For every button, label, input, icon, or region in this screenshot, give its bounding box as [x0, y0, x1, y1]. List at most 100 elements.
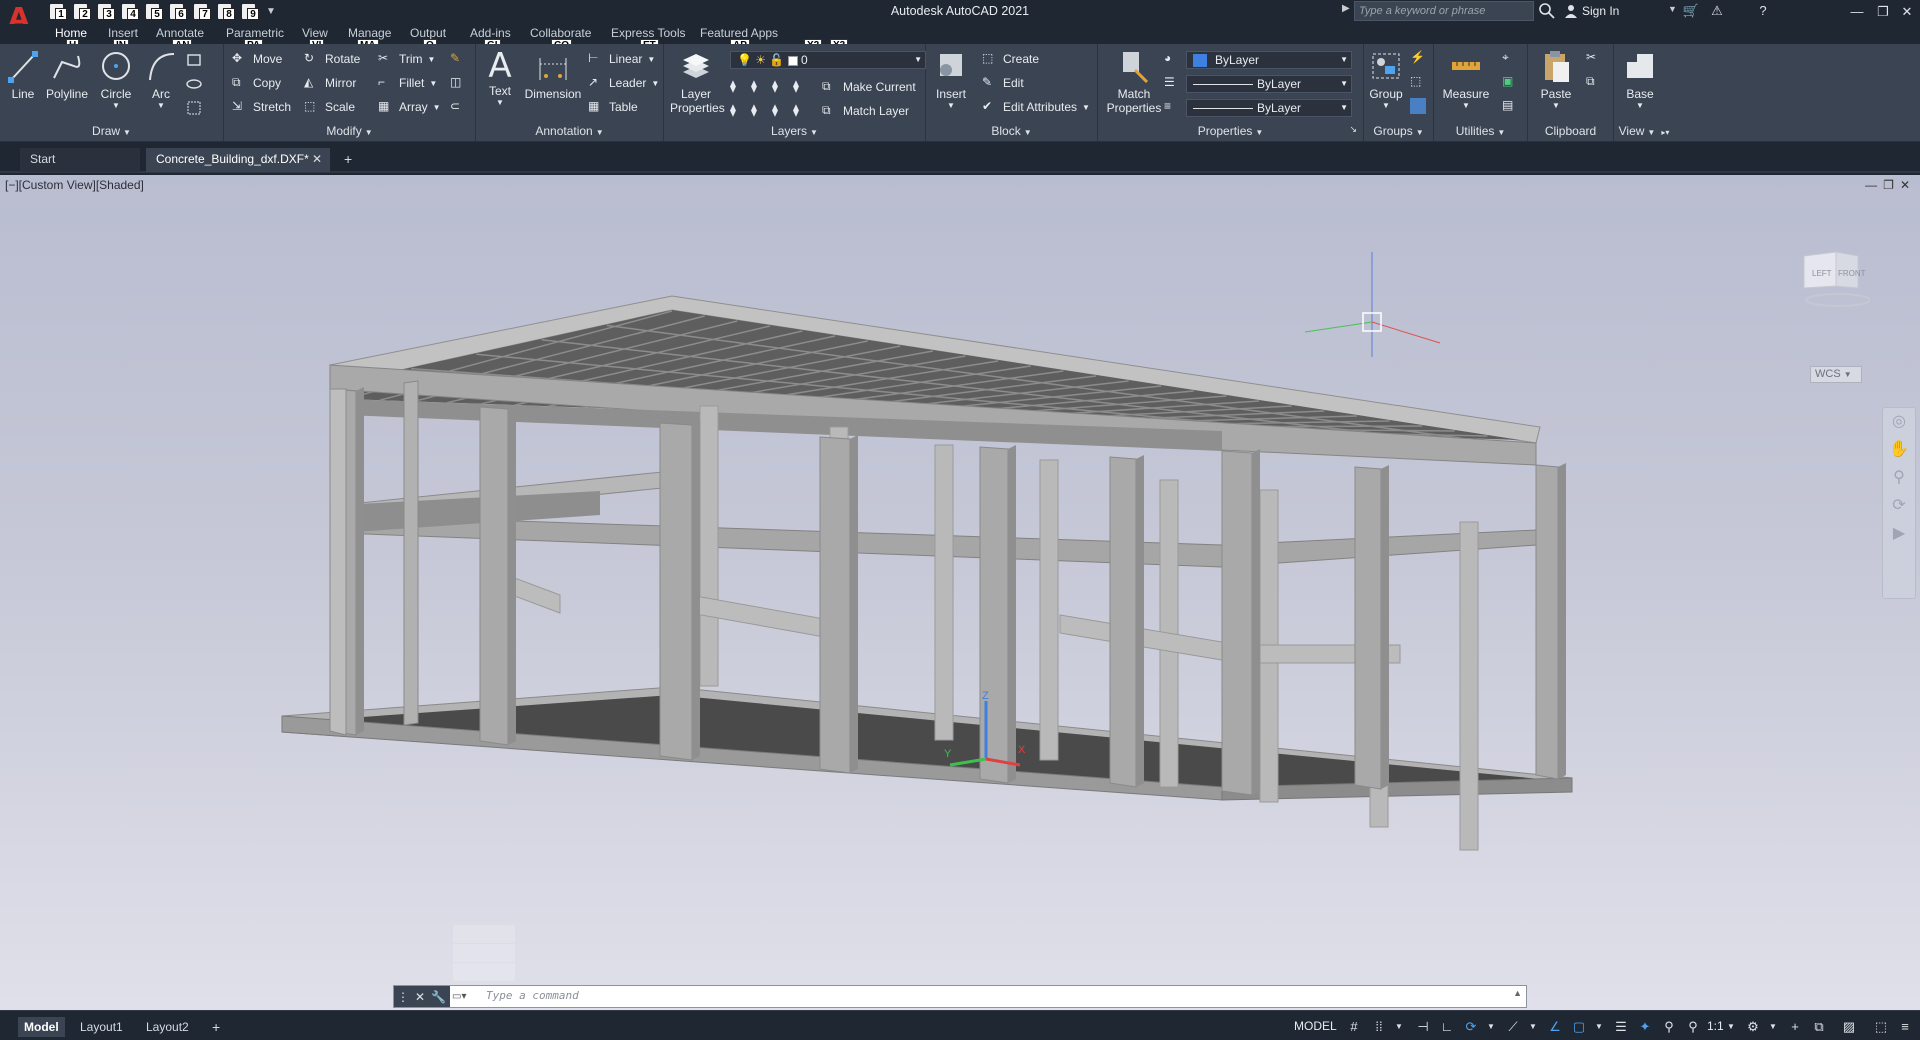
orbit-icon[interactable]: ⟳: [1883, 492, 1915, 520]
layer-lock-icon[interactable]: ⧫: [793, 79, 809, 95]
linetype-dropdown[interactable]: ByLayer ▼: [1186, 75, 1352, 93]
clipboard-panel-title[interactable]: Clipboard: [1528, 124, 1613, 140]
layer-dropdown[interactable]: 💡 ☀ 🔓 0 ▼: [730, 51, 926, 69]
tab-annotate[interactable]: Annotate: [156, 26, 204, 40]
close-command-line-icon[interactable]: ✕: [415, 990, 425, 1004]
measure-tool[interactable]: Measure ▼: [1438, 48, 1494, 110]
wcs-menu[interactable]: WCS ▼: [1810, 366, 1862, 383]
select-all-icon[interactable]: ▣: [1502, 74, 1518, 90]
annotation-monitor-icon[interactable]: +: [1786, 1018, 1804, 1036]
auto-scale-icon[interactable]: ⚲: [1684, 1018, 1702, 1036]
layer-on-icon[interactable]: ⧫: [730, 103, 746, 119]
mirror-tool[interactable]: ◭ Mirror: [304, 73, 356, 93]
create-block-button[interactable]: ⬚ Create: [982, 49, 1039, 69]
layout-tab-model[interactable]: Model: [18, 1017, 65, 1037]
showmotion-icon[interactable]: ▶: [1883, 520, 1915, 548]
isolate-objects-icon[interactable]: ⧉: [1810, 1018, 1828, 1036]
circle-dropdown-icon[interactable]: ▼: [96, 101, 136, 110]
viewport-minimize-icon[interactable]: —: [1865, 178, 1877, 192]
viewcube-left-face[interactable]: LEFT: [1812, 269, 1832, 278]
text-tool[interactable]: A Text ▼: [482, 48, 518, 107]
group-tool[interactable]: Group ▼: [1368, 48, 1404, 110]
steering-wheel-icon[interactable]: ◎: [1883, 408, 1915, 436]
leader-tool[interactable]: ↗ Leader ▼: [588, 73, 659, 93]
zoom-extents-icon[interactable]: ⚲: [1883, 464, 1915, 492]
cart-icon[interactable]: 🛒: [1682, 2, 1700, 20]
pan-icon[interactable]: ✋: [1883, 436, 1915, 464]
quick-access-button-3[interactable]: 3: [96, 3, 116, 21]
utilities-panel-title[interactable]: Utilities ▼: [1434, 124, 1527, 140]
layer-unisolate-icon[interactable]: ⧫: [751, 103, 767, 119]
explode-icon[interactable]: ◫: [450, 75, 466, 91]
viewcube-front-face[interactable]: FRONT: [1838, 269, 1866, 278]
quick-access-button-6[interactable]: 6: [168, 3, 188, 21]
move-tool[interactable]: ✥ Move: [232, 49, 282, 69]
rectangle-icon[interactable]: [186, 52, 202, 68]
properties-panel-title[interactable]: Properties ▼ ↘: [1098, 124, 1363, 140]
fillet-tool[interactable]: ⌐ Fillet ▼: [378, 73, 437, 93]
search-input[interactable]: Type a keyword or phrase: [1354, 1, 1534, 21]
annotation-panel-title[interactable]: Annotation ▼: [476, 124, 663, 140]
erase-icon[interactable]: ✎: [450, 51, 466, 67]
stretch-tool[interactable]: ⇲ Stretch: [232, 97, 291, 117]
isometric-dropdown-icon[interactable]: ▼: [1524, 1018, 1542, 1036]
measure-dropdown-icon[interactable]: ▼: [1438, 101, 1494, 110]
selection-cycling-icon[interactable]: ✦: [1636, 1018, 1654, 1036]
layer-freeze-icon[interactable]: ⧫: [772, 79, 788, 95]
offset-icon[interactable]: ⊂: [450, 99, 466, 115]
quick-access-button-4[interactable]: 4: [120, 3, 140, 21]
customize-wrench-icon[interactable]: 🔧: [431, 990, 446, 1004]
base-dropdown-icon[interactable]: ▼: [1618, 101, 1662, 110]
model-space-toggle[interactable]: MODEL: [1294, 1019, 1337, 1033]
paste-dropdown-icon[interactable]: ▼: [1532, 101, 1580, 110]
copy-tool[interactable]: ⧉ Copy: [232, 73, 281, 93]
new-tab-plus-icon[interactable]: +: [344, 151, 352, 167]
tab-output[interactable]: Output: [410, 26, 446, 40]
workspace-dropdown-icon[interactable]: ▼: [1764, 1018, 1782, 1036]
block-panel-title[interactable]: Block ▼: [926, 124, 1097, 140]
lineweight-toggle-icon[interactable]: ☰: [1612, 1018, 1630, 1036]
tab-manage[interactable]: Manage: [348, 26, 391, 40]
base-view-tool[interactable]: Base ▼: [1618, 48, 1662, 110]
group-selection-icon[interactable]: [1410, 98, 1426, 114]
quick-select-icon[interactable]: ⌖: [1502, 50, 1518, 66]
object-snap-icon[interactable]: ▢: [1570, 1018, 1588, 1036]
quick-access-button-7[interactable]: 7: [192, 3, 212, 21]
command-expand-icon[interactable]: ▲: [1513, 988, 1522, 998]
search-icon[interactable]: [1538, 2, 1556, 20]
layout-tab-layout2[interactable]: Layout2: [140, 1017, 195, 1037]
line-tool[interactable]: Line: [6, 48, 40, 101]
autodesk-app-icon[interactable]: ⚠: [1708, 2, 1726, 20]
sign-in-button[interactable]: Sign In: [1564, 4, 1619, 18]
start-tab[interactable]: Start: [20, 148, 140, 172]
recent-commands-icon[interactable]: ▭▾: [452, 988, 478, 1005]
circle-tool[interactable]: Circle ▼: [96, 48, 136, 110]
tab-view[interactable]: View: [302, 26, 328, 40]
annotation-visibility-icon[interactable]: ⚲: [1660, 1018, 1678, 1036]
tab-featured-apps[interactable]: Featured Apps: [700, 26, 778, 40]
help-icon[interactable]: ?: [1754, 2, 1772, 20]
linear-tool[interactable]: ⊢ Linear ▼: [588, 49, 655, 69]
trim-tool[interactable]: ✂ Trim ▼: [378, 49, 435, 69]
quick-access-button-1[interactable]: 1: [48, 3, 68, 21]
group-dropdown-icon[interactable]: ▼: [1368, 101, 1404, 110]
view-panel-title[interactable]: View ▼ ▸▾: [1614, 124, 1674, 140]
customization-menu-icon[interactable]: ≡: [1896, 1018, 1914, 1036]
add-layout-icon[interactable]: +: [206, 1017, 226, 1037]
drawing-tab[interactable]: Concrete_Building_dxf.DXF* ✕: [146, 148, 330, 172]
dimension-tool[interactable]: Dimension: [522, 48, 584, 101]
close-window-icon[interactable]: ✕: [1894, 0, 1920, 24]
tab-express-tools[interactable]: Express Tools: [611, 26, 685, 40]
paste-tool[interactable]: Paste ▼: [1532, 48, 1580, 110]
restore-window-icon[interactable]: ❐: [1870, 0, 1896, 24]
arc-dropdown-icon[interactable]: ▼: [144, 101, 178, 110]
quick-access-button-2[interactable]: 2: [72, 3, 92, 21]
workspace-gear-icon[interactable]: ⚙: [1744, 1018, 1762, 1036]
layer-thaw-icon[interactable]: ⧫: [772, 103, 788, 119]
text-dropdown-icon[interactable]: ▼: [482, 98, 518, 107]
draw-panel-title[interactable]: Draw ▼: [0, 124, 223, 140]
group-edit-icon[interactable]: ⬚: [1410, 74, 1426, 90]
ortho-icon[interactable]: ∟: [1438, 1018, 1456, 1036]
layout-tab-layout1[interactable]: Layout1: [74, 1017, 129, 1037]
viewcube[interactable]: LEFT FRONT: [1800, 250, 1870, 310]
